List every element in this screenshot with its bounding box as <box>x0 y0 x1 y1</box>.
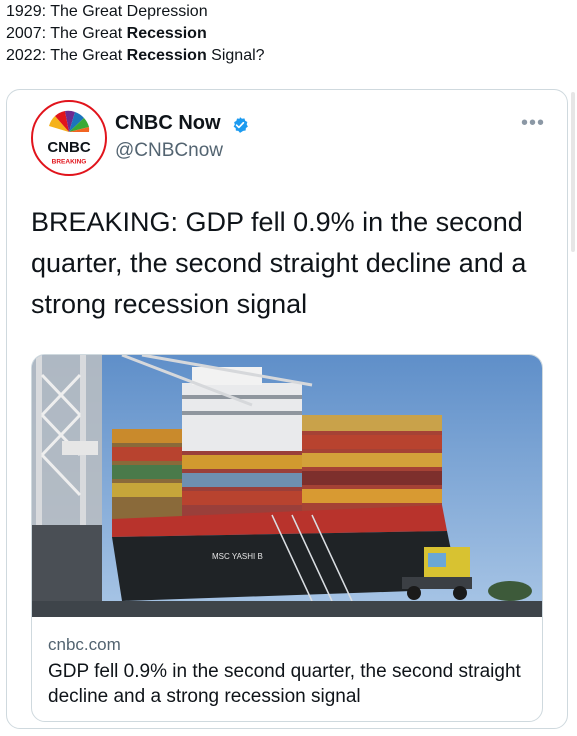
caption-line-2: 2007: The Great Recession <box>6 23 265 45</box>
link-domain[interactable]: cnbc.com <box>48 635 121 655</box>
caption-line-3-bold: Recession <box>126 47 207 64</box>
avatar-badge-text: BREAKING <box>52 159 87 166</box>
author-handle[interactable]: @CNBCnow <box>115 140 223 162</box>
caption-line-3-prefix: 2022: The Great <box>6 47 127 64</box>
caption-line-3: 2022: The Great Recession Signal? <box>6 45 265 67</box>
post-caption: 1929: The Great Depression 2007: The Gre… <box>6 1 265 67</box>
avatar-logo-text: CNBC <box>47 139 90 156</box>
link-title[interactable]: GDP fell 0.9% in the second quarter, the… <box>48 659 528 709</box>
more-dots-icon[interactable]: ••• <box>521 112 545 135</box>
caption-line-2-prefix: 2007: The Great <box>6 25 127 42</box>
caption-line-2-bold: Recession <box>126 25 207 42</box>
caption-line-1: 1929: The Great Depression <box>6 3 208 20</box>
cnbc-logo-icon: CNBC BREAKING <box>47 110 91 166</box>
ship-name-label: MSC YASHI B <box>212 552 263 561</box>
avatar[interactable]: CNBC BREAKING <box>31 100 107 176</box>
container-ship-photo: MSC YASHI B <box>32 355 542 617</box>
scrollbar[interactable] <box>571 92 575 252</box>
link-preview-card[interactable]: MSC YASHI B cnbc.com GDP fell 0.9% in th… <box>31 354 543 722</box>
caption-line-3-suffix: Signal? <box>206 47 265 64</box>
tweet-text: BREAKING: GDP fell 0.9% in the second qu… <box>31 207 527 319</box>
embedded-tweet-card[interactable]: CNBC BREAKING CNBC Now @CNBCnow ••• BREA… <box>6 89 568 729</box>
verified-badge-icon <box>233 117 248 133</box>
author-name[interactable]: CNBC Now <box>115 112 221 135</box>
